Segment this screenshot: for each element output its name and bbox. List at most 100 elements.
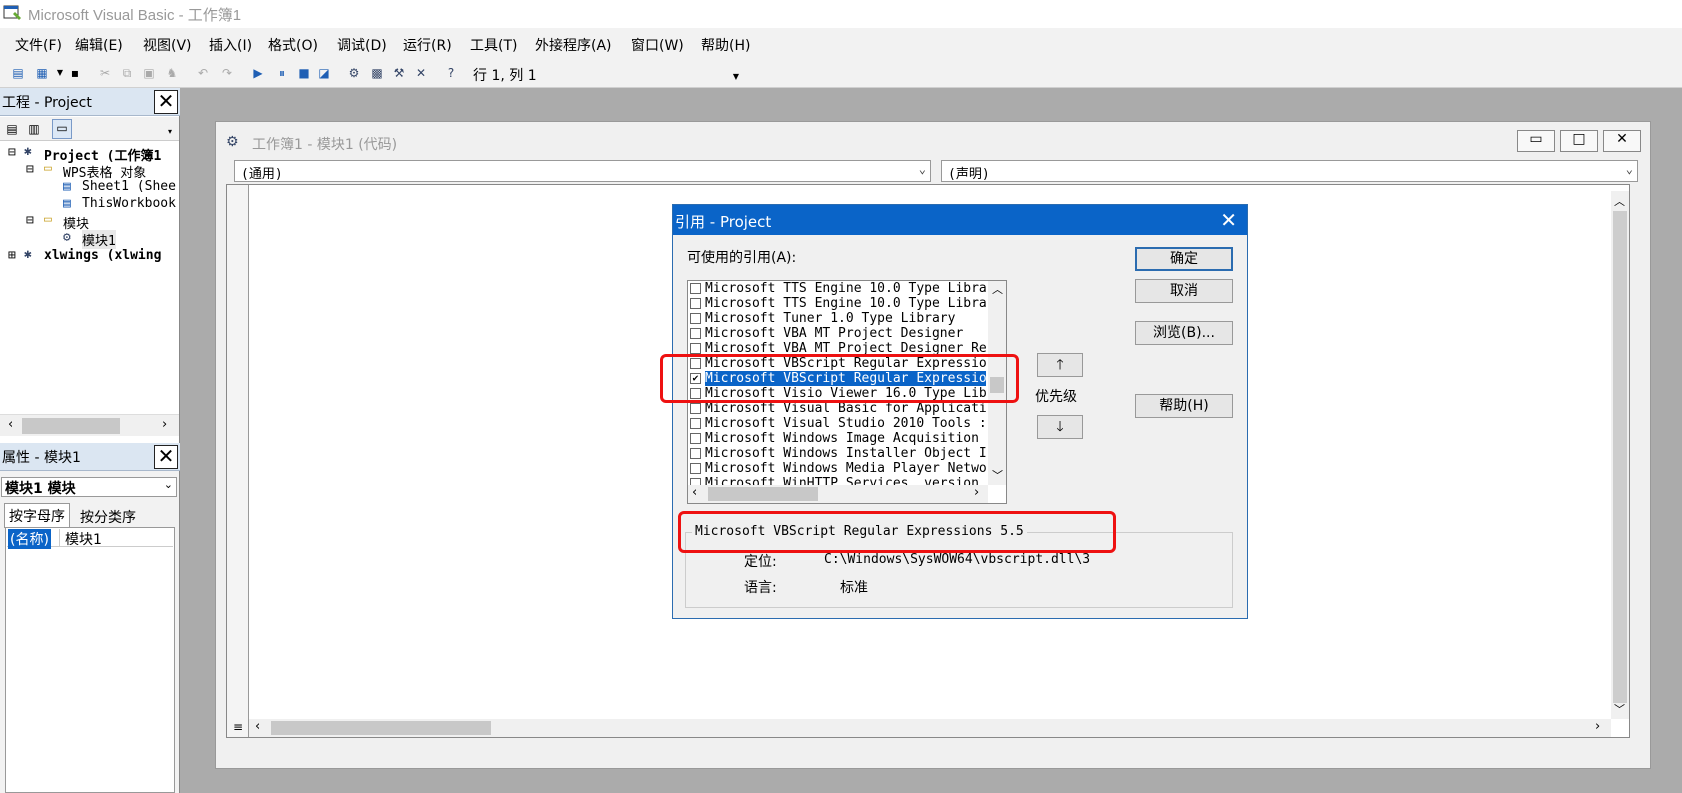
menu-addins[interactable]: 外接程序(A) [535,35,612,55]
priority-up-button[interactable]: 🡑 [1037,353,1083,377]
scroll-right-icon[interactable]: › [162,417,167,432]
cut-icon[interactable]: ✂ [97,65,113,81]
tree-item-xlwings[interactable]: xlwings (xlwing [44,248,161,263]
property-row[interactable]: (名称) 模块1 [7,529,173,549]
close-icon[interactable]: ✕ [154,90,178,114]
vertical-scrollbar[interactable]: ︿ ﹀ [1611,191,1629,719]
toolbar-overflow-icon[interactable]: ▾ [168,127,172,136]
close-icon[interactable]: ✕ [1603,130,1641,152]
reference-item[interactable]: Microsoft TTS Engine 10.0 Type Libra [690,281,986,296]
checkbox[interactable] [690,403,701,414]
scroll-right-icon[interactable]: › [1595,719,1600,734]
reference-item[interactable]: Microsoft Visual Studio 2010 Tools : [690,416,986,431]
copy-icon[interactable]: ⧉ [119,65,135,81]
close-icon[interactable]: ✕ [154,445,178,469]
help-icon[interactable]: ? [443,65,459,81]
tab-alphabetic[interactable]: 按字母序 [4,503,70,528]
scroll-up-icon[interactable]: ︿ [992,281,1003,297]
checkbox[interactable] [690,433,701,444]
find-icon[interactable]: ♞ [164,65,180,81]
scroll-left-icon[interactable]: ‹ [255,719,260,734]
toolbox-icon[interactable]: ✕ [413,65,429,81]
tree-item-sheet1[interactable]: Sheet1 (Shee [82,179,176,194]
priority-down-button[interactable]: 🡓 [1037,415,1083,439]
scroll-right-icon[interactable]: › [974,485,979,500]
expand-icon[interactable]: ⊟ [8,145,16,160]
horizontal-scrollbar[interactable]: ≡ ‹ › [233,719,1611,737]
view-object-icon[interactable]: ▥ [26,121,42,137]
expand-icon[interactable]: ⊟ [26,213,34,228]
collapse-icon[interactable]: ⊞ [8,248,16,263]
scrollbar-thumb[interactable] [708,487,818,501]
reference-item[interactable]: Microsoft Tuner 1.0 Type Library [690,311,986,326]
reference-item[interactable]: Microsoft Visual Basic for Applicati [690,401,986,416]
scroll-down-icon[interactable]: ﹀ [992,467,1003,483]
checkbox[interactable] [690,313,701,324]
procedure-combo[interactable]: (声明) ⌄ [941,160,1638,182]
menu-view[interactable]: 视图(V) [143,35,192,55]
object-browser-icon[interactable]: ⚒ [391,65,407,81]
menu-debug[interactable]: 调试(D) [337,35,387,55]
save-icon[interactable]: ▪ [67,65,83,81]
ok-button[interactable]: 确定 [1135,247,1233,271]
view-excel-icon[interactable]: ▤ [10,65,26,81]
run-icon[interactable]: ▶ [250,65,266,81]
menu-window[interactable]: 窗口(W) [631,35,684,55]
toggle-folders-icon[interactable]: ▭ [52,119,72,139]
checkbox[interactable] [690,418,701,429]
reset-icon[interactable]: ■ [296,65,312,81]
checkbox[interactable] [690,478,701,485]
horizontal-scrollbar[interactable]: ‹ › [0,414,179,436]
menu-file[interactable]: 文件(F) [15,35,62,55]
view-code-icon[interactable]: ▤ [4,121,20,137]
reference-item[interactable]: Microsoft TTS Engine 10.0 Type Libra [690,296,986,311]
undo-icon[interactable]: ↶ [195,65,211,81]
close-icon[interactable]: ✕ [1220,208,1237,232]
object-combo[interactable]: (通用) ⌄ [234,160,931,182]
menu-edit[interactable]: 编辑(E) [75,35,123,55]
chevron-down-icon[interactable]: ⌄ [919,162,926,176]
menu-format[interactable]: 格式(O) [268,35,318,55]
tab-categorized[interactable]: 按分类序 [76,505,140,529]
scrollbar-thumb[interactable] [22,418,120,434]
checkbox[interactable] [690,463,701,474]
cancel-button[interactable]: 取消 [1135,279,1233,303]
paste-icon[interactable]: ▣ [141,65,157,81]
properties-window-icon[interactable]: ▩ [369,65,385,81]
scroll-left-icon[interactable]: ‹ [8,417,13,432]
scroll-down-icon[interactable]: ﹀ [1614,701,1625,717]
minimize-icon[interactable]: ▭ [1517,130,1555,152]
procedure-view-icon[interactable]: ≡ [233,720,243,734]
checkbox[interactable] [690,448,701,459]
horizontal-scrollbar[interactable]: ‹ › [688,485,988,503]
scroll-up-icon[interactable]: ︿ [1614,193,1625,209]
break-icon[interactable]: ⏸ [274,65,290,81]
scrollbar-thumb[interactable] [1613,211,1627,703]
chevron-down-icon[interactable]: ⌄ [1626,162,1633,176]
checkbox[interactable] [690,343,701,354]
menu-run[interactable]: 运行(R) [403,35,452,55]
menu-tools[interactable]: 工具(T) [470,35,517,55]
reference-item[interactable]: Microsoft WinHTTP Services, version [690,476,986,485]
property-value[interactable]: 模块1 [65,529,102,549]
help-button[interactable]: 帮助(H) [1135,394,1233,418]
project-explorer-icon[interactable]: ⚙ [346,65,362,81]
checkbox[interactable] [690,298,701,309]
maximize-icon[interactable]: □ [1560,130,1598,152]
insert-module-icon[interactable]: ▦ [34,65,50,81]
menu-help[interactable]: 帮助(H) [701,35,750,55]
reference-item[interactable]: Microsoft Windows Installer Object I [690,446,986,461]
object-select[interactable]: 模块1 模块 ⌄ [1,477,177,497]
checkbox[interactable] [690,283,701,294]
browse-button[interactable]: 浏览(B)... [1135,321,1233,345]
scroll-left-icon[interactable]: ‹ [692,485,697,500]
checkbox[interactable] [690,328,701,339]
redo-icon[interactable]: ↷ [219,65,235,81]
tree-item-thisworkbook[interactable]: ThisWorkbook [82,196,176,211]
chevron-down-icon[interactable]: ⌄ [164,478,173,491]
scrollbar-thumb[interactable] [271,721,491,735]
toolbar-overflow-icon[interactable]: ▼ [728,69,744,85]
menu-insert[interactable]: 插入(I) [209,35,252,55]
expand-icon[interactable]: ⊟ [26,162,34,177]
reference-item[interactable]: Microsoft Windows Media Player Netwo [690,461,986,476]
